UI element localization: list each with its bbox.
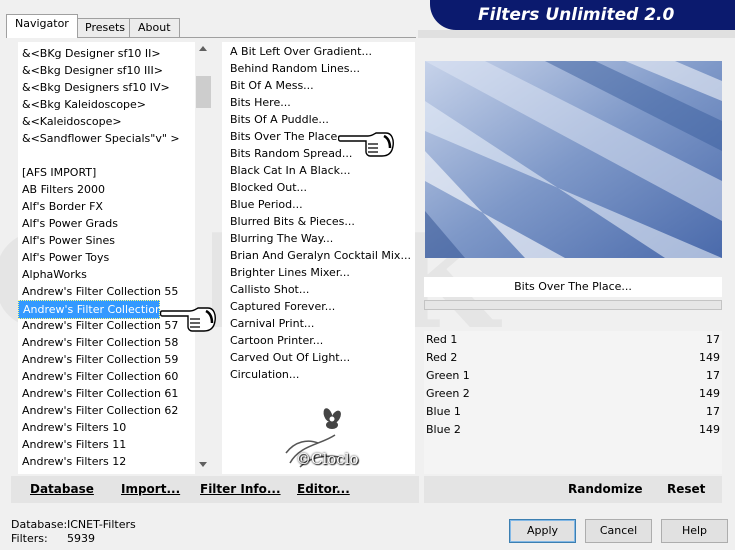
filter-item[interactable]: Bit Of A Mess... — [226, 77, 314, 94]
filter-item[interactable]: Carnival Print... — [226, 315, 314, 332]
filter-item[interactable]: Bits Here... — [226, 94, 291, 111]
parameter-label: Blue 1 — [426, 405, 461, 418]
pointing-hand-icon — [160, 307, 216, 332]
filter-item[interactable]: Bits Over The Place... — [226, 128, 348, 145]
category-item[interactable]: Alf's Power Grads — [18, 215, 118, 232]
parameter-row[interactable]: Blue 1 17 — [424, 403, 722, 422]
help-button[interactable]: Help — [661, 519, 728, 543]
database-button[interactable]: Database — [30, 482, 94, 496]
filter-info-button[interactable]: Filter Info... — [200, 482, 281, 496]
parameter-label: Blue 2 — [426, 423, 461, 436]
category-item[interactable]: Andrew's Filters 10 — [18, 419, 126, 436]
category-item[interactable]: Andrew's Filters 12 — [18, 453, 126, 470]
category-item[interactable]: &<Bkg Kaleidoscope> — [18, 96, 146, 113]
scroll-thumb[interactable] — [196, 76, 211, 108]
filter-item[interactable]: Blocked Out... — [226, 179, 307, 196]
filter-item[interactable]: Blurred Bits & Pieces... — [226, 213, 355, 230]
category-item[interactable]: Andrew's Filter Collection 55 — [18, 283, 178, 300]
filter-item[interactable]: Cartoon Printer... — [226, 332, 323, 349]
category-item[interactable] — [18, 147, 22, 164]
category-item[interactable]: &<BKg Designer sf10 II> — [18, 45, 161, 62]
parameter-value: 149 — [699, 387, 720, 400]
category-item[interactable]: Andrew's Filters 11 — [18, 436, 126, 453]
tab-about[interactable]: About — [129, 18, 180, 37]
selected-filter-name: Bits Over The Place... — [424, 277, 722, 297]
category-item[interactable]: Andrew's Filters 13 — [18, 470, 126, 474]
filter-item[interactable]: Callisto Shot... — [226, 281, 309, 298]
category-item[interactable]: AB Filters 2000 — [18, 181, 105, 198]
category-item[interactable]: Andrew's Filter Collection 60 — [18, 368, 178, 385]
editor-button[interactable]: Editor... — [297, 482, 350, 496]
filters-count-value: 5939 — [67, 532, 95, 545]
signature-text: ©Cloclo — [296, 450, 359, 468]
filter-item[interactable]: Brighter Lines Mixer... — [226, 264, 350, 281]
parameter-label: Green 2 — [426, 387, 470, 400]
category-item[interactable]: &<Bkg Designer sf10 III> — [18, 62, 163, 79]
category-item[interactable]: Alf's Border FX — [18, 198, 103, 215]
parameter-value: 149 — [699, 351, 720, 364]
preview-image — [425, 61, 722, 258]
database-label: Database: — [11, 518, 68, 531]
scroll-up-icon[interactable] — [199, 46, 207, 51]
filter-item[interactable]: Blurring The Way... — [226, 230, 333, 247]
parameter-value: 17 — [706, 369, 720, 382]
category-item[interactable]: Andrew's Filter Collection 59 — [18, 351, 178, 368]
category-item[interactable]: Andrew's Filter Collection 57 — [18, 317, 178, 334]
category-list[interactable]: &<BKg Designer sf10 II> &<Bkg Designer sf… — [18, 42, 195, 474]
parameter-label: Green 1 — [426, 369, 470, 382]
category-item[interactable]: [AFS IMPORT] — [18, 164, 96, 181]
filter-item[interactable]: Behind Random Lines... — [226, 60, 360, 77]
scroll-down-icon[interactable] — [199, 462, 207, 467]
parameter-area — [424, 438, 722, 474]
filter-item[interactable]: A Bit Left Over Gradient... — [226, 43, 372, 60]
apply-button[interactable]: Apply — [509, 519, 576, 543]
category-item[interactable]: Andrew's Filter Collection 61 — [18, 385, 178, 402]
filter-item[interactable]: Captured Forever... — [226, 298, 335, 315]
parameter-row[interactable]: Green 1 17 — [424, 367, 722, 386]
parameter-value: 17 — [706, 405, 720, 418]
filter-item[interactable]: Carved Out Of Light... — [226, 349, 350, 366]
filter-item[interactable]: Circulation... — [226, 366, 299, 383]
left-button-bar: Database Import... Filter Info... Editor… — [11, 476, 419, 503]
parameter-row[interactable]: Green 2 149 — [424, 385, 722, 404]
category-item[interactable]: Alf's Power Toys — [18, 249, 109, 266]
parameter-row[interactable]: Red 2 149 — [424, 349, 722, 368]
parameter-value: 17 — [706, 333, 720, 346]
pointing-hand-icon — [338, 132, 394, 157]
filters-count-label: Filters: — [11, 532, 48, 545]
parameter-row[interactable]: Red 1 17 — [424, 331, 722, 350]
parameter-value: 149 — [699, 423, 720, 436]
progress-bar — [424, 300, 722, 310]
category-scrollbar[interactable] — [195, 42, 212, 474]
filter-item[interactable]: Brian And Geralyn Cocktail Mix... — [226, 247, 411, 264]
parameter-label: Red 2 — [426, 351, 458, 364]
database-value: ICNET-Filters — [67, 518, 136, 531]
filter-item[interactable]: Bits Of A Puddle... — [226, 111, 329, 128]
category-item[interactable]: &<Sandflower Specials"v" > — [18, 130, 180, 147]
randomize-button[interactable]: Randomize — [568, 482, 642, 496]
category-item[interactable]: &<Bkg Designers sf10 IV> — [18, 79, 170, 96]
tab-presets[interactable]: Presets — [76, 18, 135, 37]
filter-item[interactable]: Blue Period... — [226, 196, 303, 213]
category-item[interactable]: &<Kaleidoscope> — [18, 113, 122, 130]
category-item[interactable]: Andrew's Filter Collection 62 — [18, 402, 178, 419]
tab-navigator[interactable]: Navigator — [6, 14, 78, 38]
app-title: Filters Unlimited 2.0 — [478, 5, 675, 25]
import-button[interactable]: Import... — [121, 482, 180, 496]
reset-button[interactable]: Reset — [667, 482, 705, 496]
tab-bar: Navigator Presets About — [6, 14, 426, 38]
banner-underline — [418, 30, 735, 38]
category-item[interactable]: Andrew's Filter Collection 58 — [18, 334, 178, 351]
filter-item[interactable]: Bits Random Spread... — [226, 145, 352, 162]
right-button-bar: Randomize Reset — [424, 476, 722, 503]
category-item[interactable]: Alf's Power Sines — [18, 232, 115, 249]
category-item[interactable]: AlphaWorks — [18, 266, 87, 283]
filter-item[interactable]: Black Cat In A Black... — [226, 162, 350, 179]
parameter-label: Red 1 — [426, 333, 458, 346]
cancel-button[interactable]: Cancel — [585, 519, 652, 543]
